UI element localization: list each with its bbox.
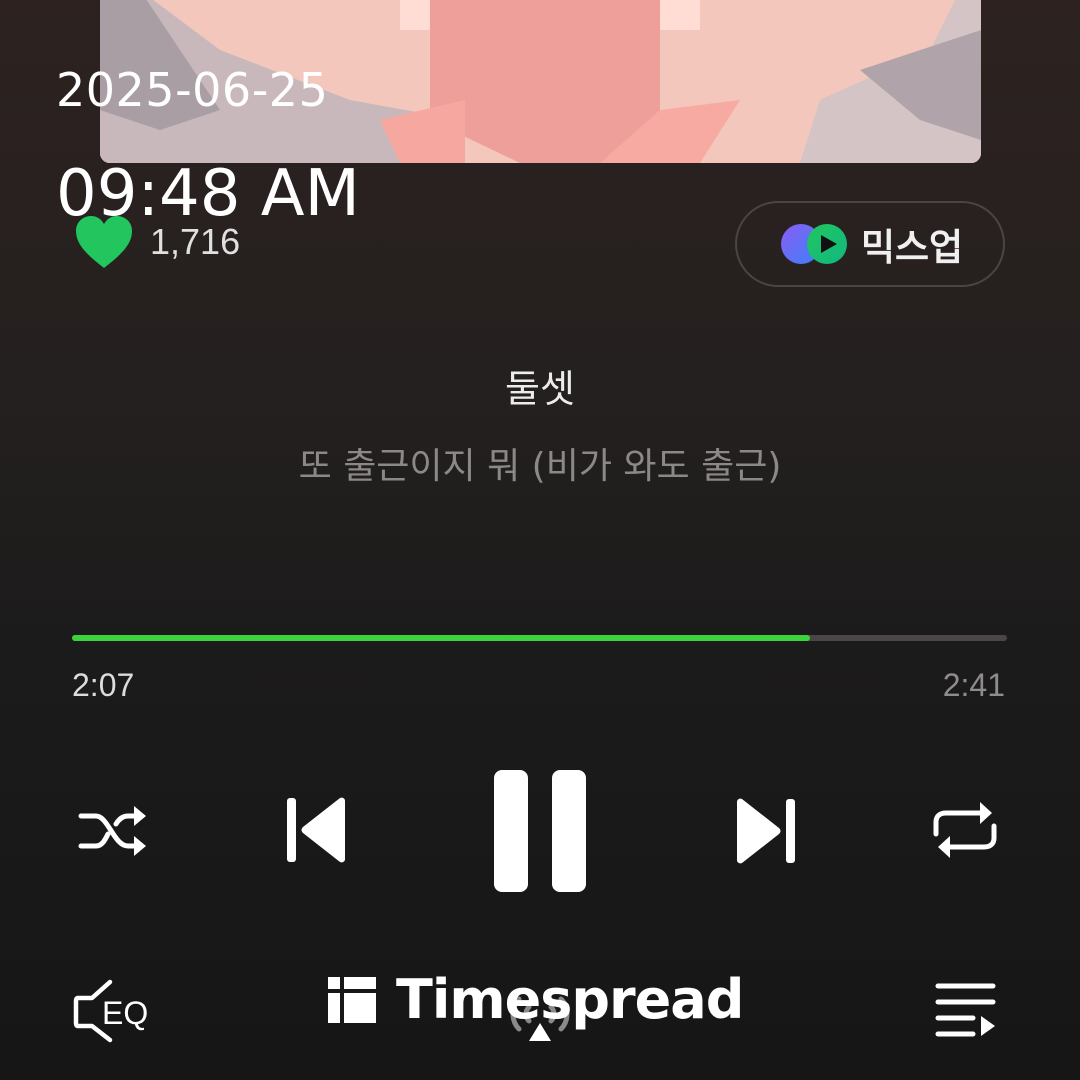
skip-previous-icon[interactable] (285, 795, 349, 865)
progress-fill (72, 635, 810, 641)
like-button[interactable]: 1,716 (74, 214, 240, 270)
total-time: 2:41 (942, 667, 1005, 703)
eq-icon[interactable]: EQ (72, 978, 160, 1044)
mixup-button[interactable]: 믹스업 (735, 201, 1005, 287)
shuffle-icon[interactable] (78, 802, 148, 860)
timespread-logo-icon (328, 976, 376, 1023)
like-count: 1,716 (150, 221, 241, 262)
heart-icon (76, 216, 132, 268)
pause-icon[interactable] (494, 770, 586, 892)
mixup-label: 믹스업 (860, 226, 964, 269)
timespread-watermark: Timespread (328, 968, 744, 1031)
watermark-text: Timespread (396, 968, 744, 1031)
current-time: 2:07 (72, 667, 135, 703)
song-title: 또 출근이지 뭐 (비가 와도 출근) (298, 446, 782, 487)
skip-next-icon[interactable] (733, 796, 797, 866)
overlay-date: 2025-06-25 (56, 63, 329, 117)
mixup-logo-icon (780, 224, 847, 264)
progress-bar[interactable] (72, 635, 1007, 641)
artist-name[interactable]: 둘셋 (0, 358, 1080, 413)
repeat-icon[interactable] (932, 800, 998, 860)
eq-label: EQ (102, 995, 148, 1031)
playlist-icon[interactable] (935, 982, 997, 1040)
